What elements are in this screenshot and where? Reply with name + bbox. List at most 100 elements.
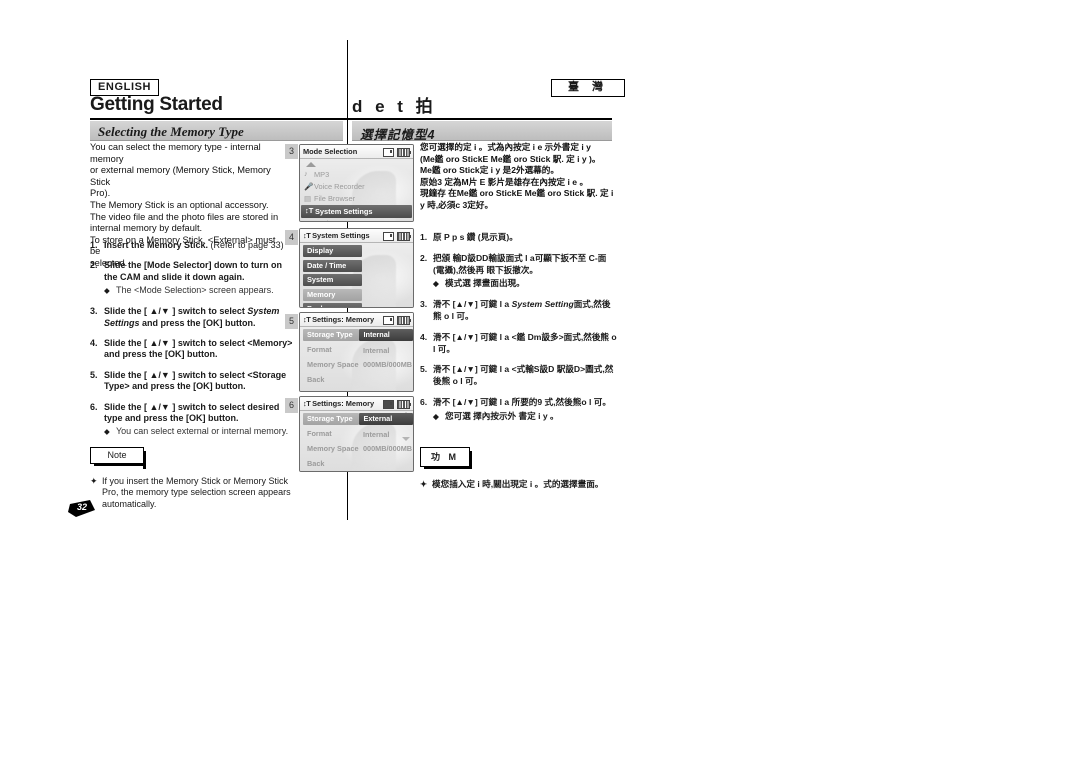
step-number: 3.: [90, 306, 98, 317]
section-title-en: Selecting the Memory Type: [98, 124, 244, 139]
chinese-step-text: 滑不 [▲/▼] 可鍵 l a 所要的9 式,然後熊o l 可。 ◆ 您可選 擇內按…: [433, 396, 611, 423]
lcd-body: Storage Type External Format Internal Memory…: [300, 411, 413, 470]
lcd-setting-row[interactable]: Back: [300, 374, 413, 386]
diamond-bullet-icon: ◆: [433, 279, 439, 289]
step-item: 5. Slide the [ ▲/▼ ] switch to select <St…: [90, 370, 295, 393]
chinese-step-number: 4.: [420, 331, 428, 342]
lcd-screen: ↕T System Settings Display Date / Time Syst…: [299, 228, 414, 308]
card-icon: [383, 400, 394, 409]
chinese-step-subnote: ◆ 您可選 擇內按示外 書定 i y 。: [433, 411, 611, 423]
note-text-row: ✦ If you insert the Memory Stick or Memo…: [90, 476, 305, 510]
chinese-intro-line: 現鐘存 在Me鑑 oro StickE Me鑑 oro Stick 駅. 定 i: [420, 188, 614, 199]
step-number: 1.: [90, 240, 98, 250]
lcd-body: Storage Type Internal Format Internal Memory…: [300, 327, 413, 386]
step-number: 5.: [90, 369, 98, 380]
lcd-setting-row[interactable]: Format Internal: [300, 344, 413, 356]
step-text: Insert the Memory Stick. (Refer to page …: [104, 240, 284, 250]
step-index-box: 3: [285, 144, 298, 159]
settings-icon: ↕T: [303, 231, 313, 240]
step-text: Slide the [ ▲/▼ ] switch to select <Memo…: [104, 338, 293, 360]
lcd-menu-item[interactable]: ♪ MP3: [300, 168, 413, 180]
intro-line: internal memory by default.: [90, 223, 203, 234]
intro-line: Pro).: [90, 188, 111, 199]
chinese-step-subnote-text: 您可選 擇內按示外 書定 i y 。: [445, 410, 559, 421]
step-number: 4.: [90, 338, 98, 349]
chinese-step-item: 2. 把頒 輸D訯DD輸訯面式 l a可顯下扳不至 C-面 (電攝),然後再 眼下…: [420, 253, 620, 290]
lcd-settings-item[interactable]: Memory: [303, 288, 362, 301]
menu-item-label: Back: [314, 219, 330, 221]
lcd-titlebar: ↕T System Settings: [300, 229, 413, 243]
chinese-step-item: 6. 滑不 [▲/▼] 可鍵 l a 所要的9 式,然後熊o l 可。 ◆ 您可選 擇…: [420, 397, 620, 423]
section-bar-cn: 選擇記憶型4: [352, 121, 612, 142]
lcd-settings-item[interactable]: System: [303, 274, 362, 286]
step-number: 6.: [90, 401, 98, 412]
lcd-setting-row[interactable]: Memory Space 000MB/000MB: [300, 443, 413, 455]
chinese-intro-line: Me鑑 oro Stick定 i y 是2外選幕的。: [420, 165, 559, 176]
note-text: If you insert the Memory Stick or Memory…: [102, 476, 291, 509]
lcd-screen: Mode Selection ♪ MP3 🎤 Voice Recorder ▤ File B…: [299, 144, 414, 222]
lcd-menu-item[interactable]: ▤ File Browser: [300, 193, 413, 205]
menu-item-icon: ♪: [304, 169, 308, 179]
step-index-box: 5: [285, 314, 298, 329]
page-title-cn: d e t 拍: [352, 97, 437, 116]
section-title-cn: 選擇記憶型4: [360, 128, 436, 142]
step-text: Slide the [Mode Selector] down to turn o…: [104, 260, 295, 297]
step-item: 6. Slide the [ ▲/▼ ] switch to select des…: [90, 402, 295, 439]
step-item: 3. Slide the [ ▲/▼ ] switch to select Sys…: [90, 306, 295, 329]
lcd-setting-row[interactable]: Storage Type Internal: [300, 329, 413, 342]
battery-icon: [397, 400, 411, 409]
card-icon: [383, 232, 394, 241]
intro-line: You can select the memory type - interna…: [90, 142, 261, 164]
chinese-note-text-row: ✦ 模您插入定 i 時,關出現定 i 。式的選擇畫面。: [420, 479, 620, 491]
lcd-settings-item[interactable]: Date / Time: [303, 259, 362, 272]
chinese-step-text: 滑不 [▲/▼] 可鍵 l a <鑑 Dm訯多>面式,然後熊 o l 可。: [433, 331, 617, 354]
setting-key: Memory Space: [307, 443, 359, 453]
step-subnote: ◆ The <Mode Selection> screen appears.: [104, 285, 295, 297]
lcd-menu-item[interactable]: 🎤 Voice Recorder: [300, 180, 413, 192]
setting-key: Back: [307, 458, 325, 468]
step-text: Slide the [ ▲/▼ ] switch to select <Stor…: [104, 369, 287, 392]
scroll-up-arrow-icon[interactable]: [306, 162, 316, 167]
lcd-setting-row[interactable]: Format Internal: [300, 428, 413, 440]
lcd-title: Mode Selection: [303, 147, 357, 156]
battery-icon: [397, 316, 411, 325]
step-subnote-text: The <Mode Selection> screen appears.: [116, 285, 274, 296]
lcd-setting-row[interactable]: Storage Type External: [300, 413, 413, 426]
setting-value: External: [359, 413, 413, 426]
header-rule: [90, 118, 612, 120]
step-number: 2.: [90, 260, 98, 271]
lcd-settings-item[interactable]: Display: [303, 245, 362, 257]
step-subnote: ◆ You can select external or internal mem…: [104, 426, 295, 438]
lcd-setting-row[interactable]: Back: [300, 458, 413, 470]
step-text: Slide the [ ▲/▼ ] switch to select desir…: [104, 402, 295, 439]
menu-item-icon: 🎤: [304, 181, 314, 191]
lcd-status-icons: [383, 400, 411, 409]
lcd-settings-item[interactable]: Back: [303, 303, 362, 307]
setting-value: Internal: [363, 345, 390, 355]
intro-line: or external memory (Memory Stick, Memory…: [90, 165, 271, 187]
lcd-screen: ↕T Settings: Memory Storage Type External F…: [299, 396, 414, 472]
chinese-step-text: 滑不 [▲/▼] 可鍵 l a <式輸S訯D 駅訯D>圖式,然 後熊 o l 可…: [433, 364, 614, 387]
lcd-title: ↕T System Settings: [303, 231, 370, 240]
lcd-menu-item[interactable]: ↕T System Settings: [301, 205, 412, 218]
chinese-note-bullet-icon: ✦: [420, 479, 428, 489]
lcd-title: ↕T Settings: Memory: [303, 315, 374, 324]
setting-key: Memory Space: [307, 359, 359, 369]
lcd-menu-item[interactable]: Back: [300, 218, 413, 221]
chinese-step-number: 3.: [420, 299, 428, 310]
setting-value: Internal: [363, 429, 390, 439]
lcd-status-icons: [383, 148, 411, 157]
section-bar-en: Selecting the Memory Type: [90, 121, 343, 141]
lcd-setting-row[interactable]: Memory Space 000MB/000MB: [300, 359, 413, 371]
battery-icon: [397, 232, 411, 241]
lcd-title-text: Settings: Memory: [312, 315, 375, 324]
note-block: Note ✦ If you insert the Memory Stick or…: [90, 447, 305, 510]
settings-icon: ↕T: [303, 399, 313, 408]
chinese-step-item: 1. 原 P p s 鑽 (見示頁)。: [420, 232, 620, 244]
chinese-intro: 您可選擇的定 i 。式為內按定 i e 示外書定 i y (Me鑑 oro Sti…: [420, 142, 616, 212]
page-number-badge: 32: [68, 498, 96, 518]
lcd-titlebar: Mode Selection: [300, 145, 413, 159]
card-icon: [383, 148, 394, 157]
lcd-title-text: System Settings: [312, 231, 370, 240]
note-tab-label: Note: [90, 447, 146, 469]
